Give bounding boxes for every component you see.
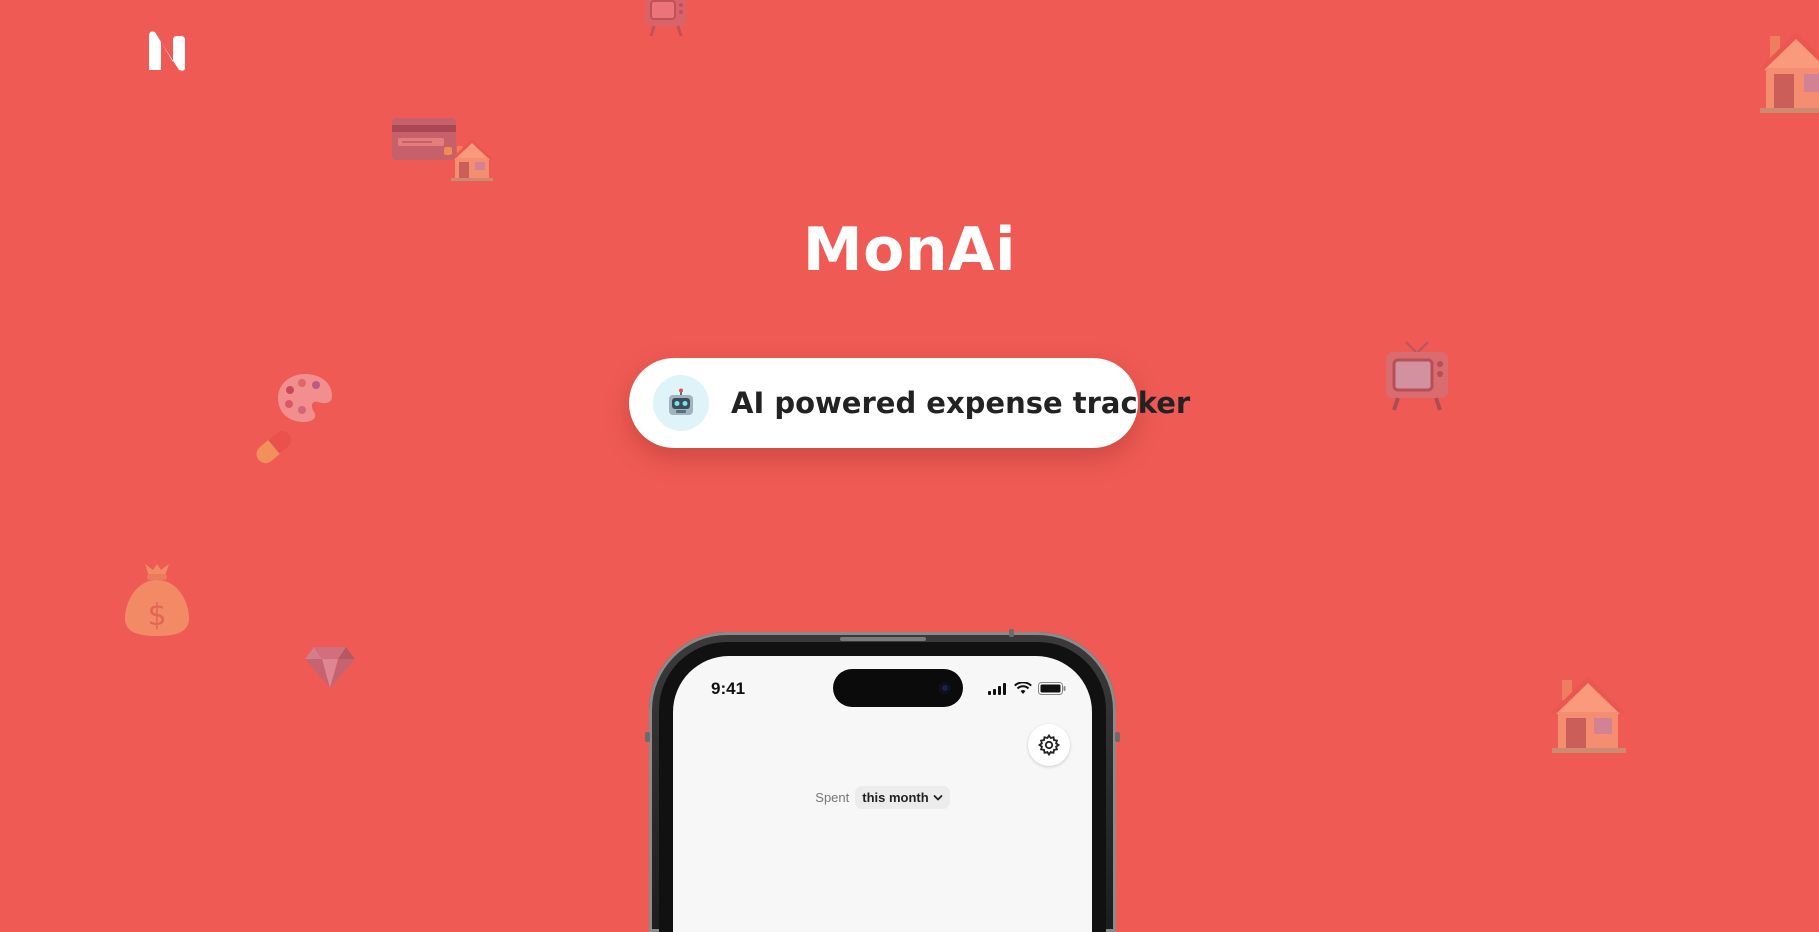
- phone-mockup: 9:41 Spent this month: [645, 629, 1120, 932]
- tv-icon: [1386, 341, 1448, 411]
- status-icons: [988, 682, 1066, 695]
- svg-text:$: $: [147, 598, 166, 633]
- phone-side-button: [645, 732, 650, 742]
- phone-screen: 9:41 Spent this month: [673, 656, 1092, 932]
- monai-logo-icon: [149, 31, 185, 71]
- house-icon: [450, 139, 494, 181]
- spent-row: Spent this month: [673, 786, 1092, 809]
- tv-icon: [646, 0, 686, 37]
- money-bag-icon: $: [125, 564, 189, 636]
- pill-icon: [256, 430, 292, 464]
- palette-icon: [278, 374, 332, 422]
- settings-button[interactable]: [1028, 724, 1070, 766]
- robot-emoji-icon: [669, 388, 693, 415]
- robot-badge: [653, 375, 709, 431]
- battery-icon: [1038, 682, 1066, 695]
- chevron-down-icon: [933, 794, 943, 800]
- phone-top-button: [1009, 629, 1014, 637]
- spent-label: Spent: [815, 790, 850, 805]
- camera-icon: [939, 682, 951, 694]
- phone-side-button: [1115, 732, 1120, 742]
- tagline-text: AI powered expense tracker: [731, 386, 1191, 420]
- house-icon: [1550, 676, 1626, 753]
- monai-logo[interactable]: [145, 28, 193, 74]
- signal-icon: [988, 682, 1006, 695]
- house-icon: [1758, 32, 1819, 113]
- gear-icon: [1037, 733, 1061, 757]
- tagline-pill: AI powered expense tracker: [629, 358, 1190, 448]
- phone-speaker: [840, 637, 926, 641]
- period-dropdown[interactable]: this month: [855, 786, 950, 809]
- app-title: MonAi: [802, 215, 1017, 285]
- dynamic-island: [833, 669, 963, 707]
- period-value: this month: [862, 790, 929, 805]
- status-time: 9:41: [711, 679, 746, 698]
- gem-icon: [305, 647, 355, 688]
- wifi-icon: [1014, 682, 1032, 694]
